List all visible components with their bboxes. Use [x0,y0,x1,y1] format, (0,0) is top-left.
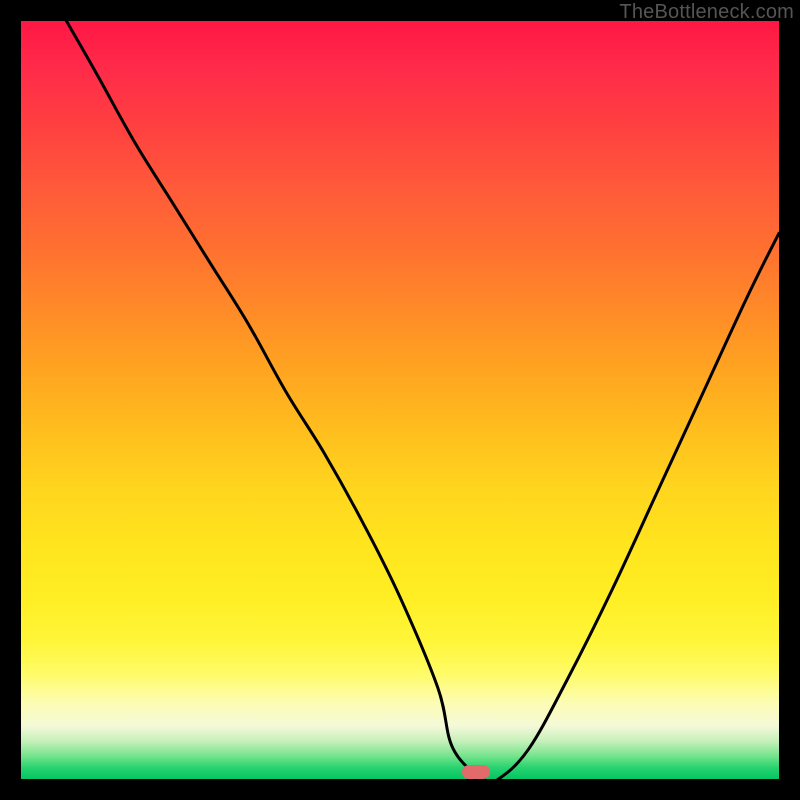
chart-frame: TheBottleneck.com [0,0,800,800]
watermark-text: TheBottleneck.com [619,1,794,24]
bottleneck-curve [21,21,779,779]
optimal-point-marker [462,765,490,779]
plot-area [21,21,779,779]
